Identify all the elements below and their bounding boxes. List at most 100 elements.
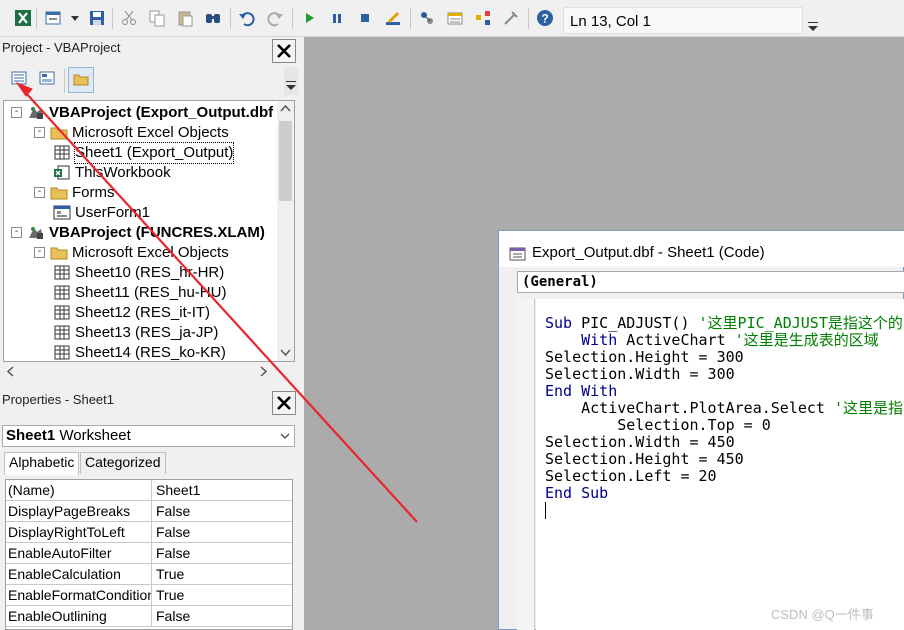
tree-node-label: ThisWorkbook [75, 164, 171, 181]
collapse-toggle[interactable]: - [34, 187, 45, 198]
tree-scroll-thumb[interactable] [279, 121, 292, 201]
tab-categorized[interactable]: Categorized [80, 452, 166, 474]
property-row[interactable]: (Name) Sheet1 [6, 480, 292, 501]
copy-icon[interactable] [148, 9, 166, 27]
properties-pane-title: Properties - Sheet1 [2, 392, 115, 407]
object-combo-value: (General) [522, 274, 598, 290]
code-window: Export_Output.dbf - Sheet1 (Code) (Gener… [498, 230, 904, 630]
save-icon[interactable] [88, 9, 106, 27]
workbook-icon [53, 164, 71, 181]
chevron-down-icon[interactable] [66, 9, 79, 27]
property-value[interactable]: Sheet1 [154, 482, 200, 498]
reset-icon[interactable] [356, 9, 374, 27]
tree-horizontal-scrollbar[interactable] [3, 362, 271, 381]
cursor-position-text: Ln 13, Col 1 [570, 13, 651, 30]
project-explorer-icon[interactable] [418, 9, 436, 27]
tree-node-label: Sheet10 (RES_hr-HR) [75, 264, 225, 281]
code-text: Selection.Width = 450 [545, 433, 735, 451]
project-toolbar-overflow[interactable] [284, 67, 298, 95]
property-row[interactable]: EnableOutlining False [6, 606, 292, 627]
toolbar-overflow-icon[interactable] [806, 16, 820, 36]
code-line: End With [545, 383, 617, 400]
project-tree[interactable]: - VBAProject (Export_Output.dbf - Microsoft… [3, 100, 295, 362]
paste-icon[interactable] [176, 9, 194, 27]
object-combo[interactable]: (General) [517, 271, 904, 293]
undo-icon[interactable] [238, 9, 256, 27]
property-name: EnableAutoFilter [8, 545, 112, 561]
code-text: Selection.Left = 20 [545, 467, 717, 485]
project-close-button[interactable] [272, 39, 296, 63]
property-name: EnableFormatConditionsCalculation [8, 587, 152, 603]
code-editor[interactable]: Sub PIC_ADJUST() '这里PIC_ADJUST是指这个的 With… [536, 299, 904, 630]
code-keyword: End Sub [545, 484, 609, 502]
redo-icon[interactable] [266, 9, 284, 27]
code-line: Selection.Left = 20 [545, 468, 717, 485]
view-object-icon [39, 71, 55, 85]
code-keyword: Sub [545, 314, 582, 332]
property-name: (Name) [8, 482, 55, 498]
design-mode-icon[interactable] [384, 9, 402, 27]
code-text: PIC_ADJUST() [581, 314, 699, 332]
property-row[interactable]: DisplayRightToLeft False [6, 522, 292, 543]
code-line: ActiveChart.PlotArea.Select '这里是指 [545, 400, 903, 417]
project-toolbar [0, 63, 300, 99]
property-value[interactable]: False [154, 545, 190, 561]
property-value[interactable]: False [154, 524, 190, 540]
collapse-toggle[interactable]: - [34, 127, 45, 138]
collapse-toggle[interactable]: - [34, 247, 45, 258]
collapse-toggle[interactable]: - [11, 107, 22, 118]
tree-node-label: Microsoft Excel Objects [72, 244, 229, 261]
property-row[interactable]: EnableCalculation True [6, 564, 292, 585]
pane-splitter[interactable] [300, 37, 304, 630]
property-name: DisplayPageBreaks [8, 503, 131, 519]
code-comment: '这里是生成表的区域 [734, 331, 879, 349]
code-window-title: Export_Output.dbf - Sheet1 (Code) [499, 231, 904, 267]
tree-node-label: VBAProject (Export_Output.dbf [49, 104, 274, 121]
cursor-position-readout: Ln 13, Col 1 [563, 7, 803, 34]
property-row[interactable]: EnableFormatConditionsCalculationTrue [6, 585, 292, 606]
view-object-button[interactable] [35, 67, 61, 93]
find-icon[interactable] [204, 9, 222, 27]
code-line: End Sub [545, 485, 608, 502]
scroll-left-icon [6, 366, 14, 377]
properties-window-icon[interactable] [446, 9, 464, 27]
close-icon [277, 44, 291, 58]
code-text: Selection.Height = 450 [545, 450, 744, 468]
insert-userform-icon[interactable] [44, 9, 62, 27]
code-line: Selection.Height = 450 [545, 451, 744, 468]
svg-text:?: ? [541, 12, 548, 26]
property-row[interactable]: DisplayPageBreaks False [6, 501, 292, 522]
property-value[interactable]: False [154, 608, 190, 624]
object-browser-icon[interactable] [474, 9, 492, 27]
break-icon[interactable] [328, 9, 346, 27]
worksheet-icon [53, 304, 71, 321]
properties-close-button[interactable] [272, 391, 296, 415]
run-icon[interactable] [300, 9, 318, 27]
toolbox-icon[interactable] [502, 9, 520, 27]
object-selector[interactable]: Sheet1 Worksheet [2, 425, 295, 447]
property-row[interactable]: EnableAutoFilter False [6, 543, 292, 564]
folder-icon [50, 184, 68, 201]
code-text: Selection.Height = 300 [545, 348, 744, 366]
tree-node-label: Sheet12 (RES_it-IT) [75, 304, 211, 321]
tree-node-label: Sheet14 (RES_ko-KR) [75, 344, 226, 361]
code-comment: '这里是指 [833, 399, 904, 417]
property-name: EnableCalculation [8, 566, 121, 582]
code-text: ActiveChart.PlotArea.Select [545, 399, 834, 417]
code-text: ActiveChart [626, 331, 735, 349]
tree-vertical-scrollbar[interactable] [277, 101, 294, 361]
view-code-button[interactable] [7, 67, 33, 93]
toggle-folders-button[interactable] [68, 67, 94, 93]
property-value[interactable]: True [154, 587, 184, 603]
worksheet-icon [53, 284, 71, 301]
excel-icon[interactable] [14, 9, 32, 27]
property-value[interactable]: True [154, 566, 184, 582]
tab-alphabetic[interactable]: Alphabetic [4, 452, 80, 475]
folder-icon [50, 124, 68, 141]
collapse-toggle[interactable]: - [11, 227, 22, 238]
help-icon[interactable]: ? [536, 9, 554, 27]
watermark: CSDN @Q一件事 [771, 607, 874, 622]
code-line: Selection.Height = 300 [545, 349, 744, 366]
cut-icon[interactable] [120, 9, 138, 27]
property-value[interactable]: False [154, 503, 190, 519]
